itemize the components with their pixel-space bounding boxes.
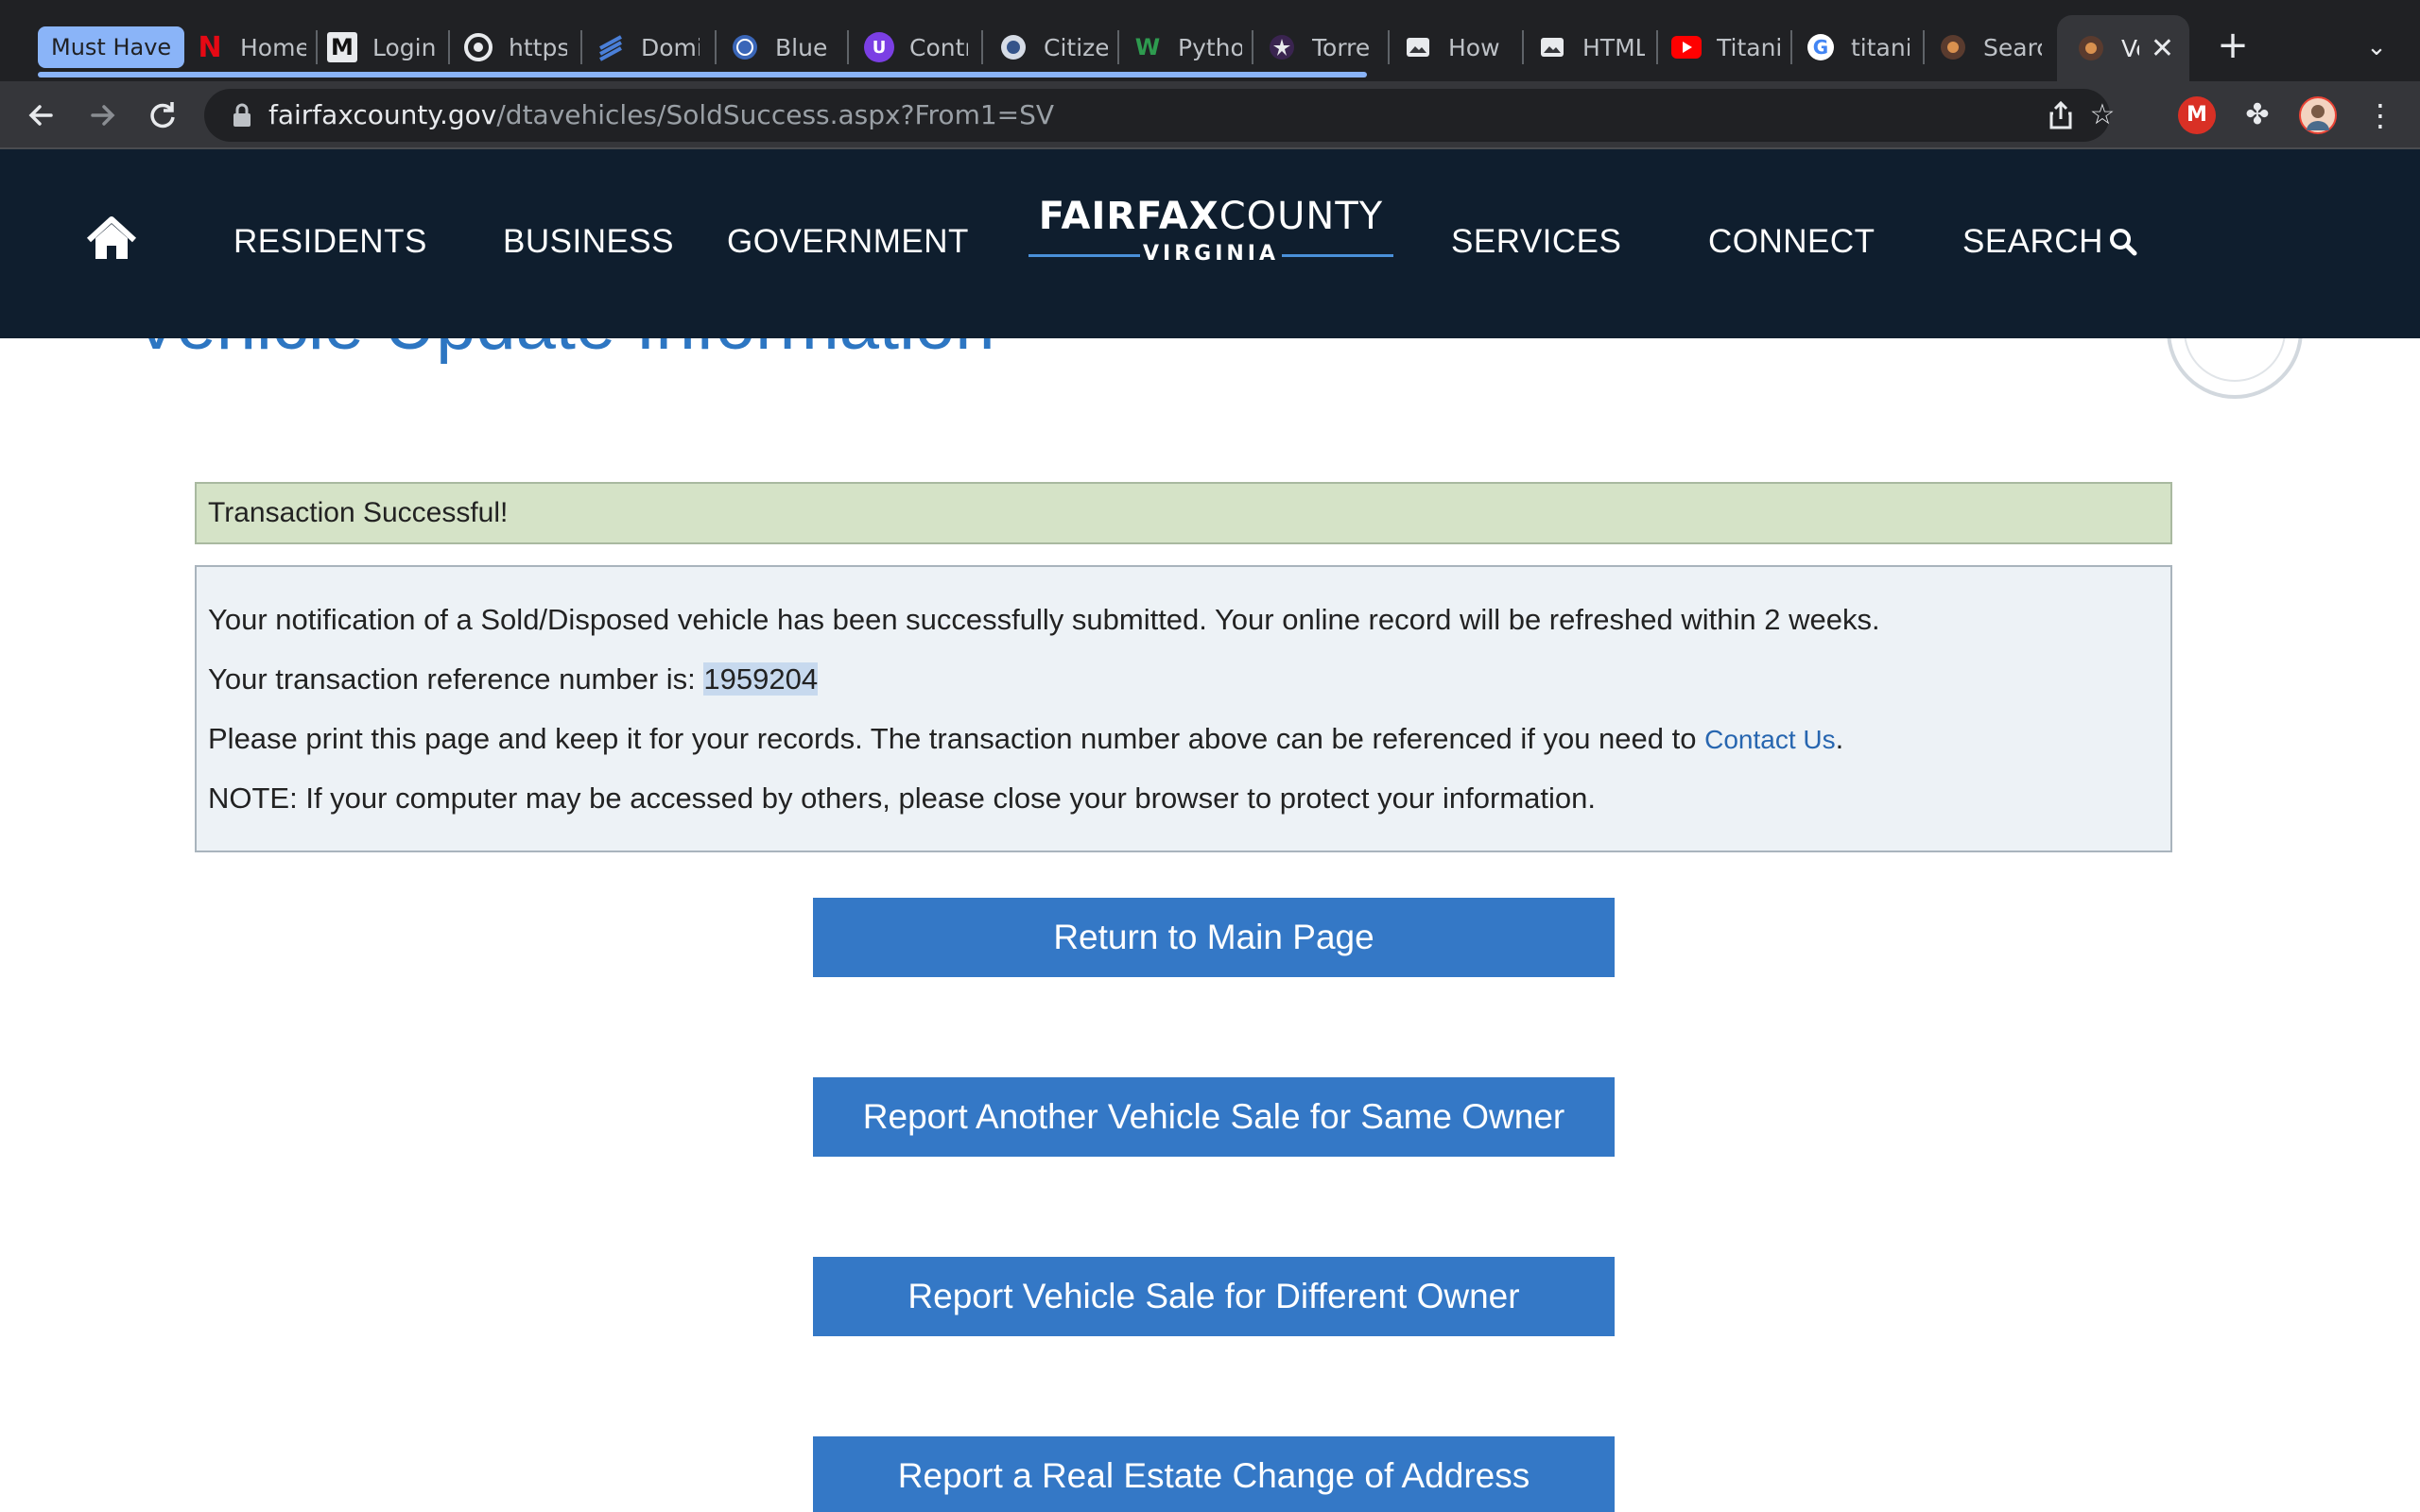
image-icon [1537, 32, 1567, 62]
reference-number[interactable]: 1959204 [703, 662, 819, 696]
tab-separator [448, 30, 450, 64]
close-tab-icon[interactable]: ✕ [2151, 32, 2174, 65]
return-main-page-button[interactable]: Return to Main Page [813, 898, 1615, 977]
torrent-icon [1267, 32, 1297, 62]
youtube-icon [1671, 32, 1702, 62]
netflix-icon: N [198, 30, 222, 64]
tab-group-chip[interactable]: Must Have [38, 26, 185, 68]
real-estate-address-change-button[interactable]: Report a Real Estate Change of Address [813, 1436, 1615, 1512]
tab-separator [1790, 30, 1792, 64]
browser-tab[interactable]: W Pytho [1132, 23, 1242, 72]
browser-tab[interactable]: Citize [998, 23, 1108, 72]
chrome-icon [463, 32, 493, 62]
search-icon [2109, 219, 2137, 256]
browser-tab[interactable]: N Home [195, 23, 312, 72]
browser-tab[interactable]: How [1403, 23, 1507, 72]
extensions-puzzle-icon[interactable]: ✤ [2238, 96, 2276, 134]
fairfax-icon [1938, 32, 1968, 62]
u-icon: U [864, 32, 894, 62]
back-button[interactable] [19, 93, 64, 138]
home-icon[interactable] [85, 215, 138, 263]
google-icon: G [1806, 32, 1836, 62]
url-text[interactable]: fairfaxcounty.gov/dtavehicles/SoldSucces… [268, 89, 1054, 142]
report-same-owner-button[interactable]: Report Another Vehicle Sale for Same Own… [813, 1077, 1615, 1157]
forward-button[interactable] [79, 93, 125, 138]
contact-us-link[interactable]: Contact Us [1704, 725, 1836, 754]
bookmark-star-icon[interactable]: ☆ [2085, 98, 2119, 132]
tab-separator [1388, 30, 1390, 64]
tab-separator [1522, 30, 1524, 64]
w-icon: W [1134, 34, 1161, 60]
browser-tab-strip: Must Have N Home M Login https Domi Blue… [0, 0, 2420, 81]
medium-icon: M [327, 32, 357, 62]
tab-separator [1656, 30, 1658, 64]
globe-icon [730, 32, 760, 62]
address-bar[interactable]: fairfaxcounty.gov/dtavehicles/SoldSucces… [204, 89, 2115, 142]
tab-separator [847, 30, 849, 64]
reload-button[interactable] [140, 93, 185, 138]
browser-tab[interactable]: G titani [1806, 23, 1910, 72]
share-icon[interactable] [2044, 98, 2078, 132]
tab-group-underline [38, 72, 1367, 77]
security-note-text: NOTE: If your computer may be accessed b… [208, 782, 1596, 815]
browser-tab-active[interactable]: Ve ✕ [2057, 15, 2189, 81]
browser-toolbar: fairfaxcounty.gov/dtavehicles/SoldSucces… [0, 81, 2420, 149]
browser-tab[interactable]: https [463, 23, 567, 72]
svg-text:G: G [1813, 36, 1828, 59]
tab-search-chevron-icon[interactable]: ⌄ [2358, 28, 2395, 66]
nav-residents[interactable]: RESIDENTS [233, 215, 427, 268]
report-different-owner-button[interactable]: Report Vehicle Sale for Different Owner [813, 1257, 1615, 1336]
success-banner: Transaction Successful! [195, 482, 2172, 544]
nav-government[interactable]: GOVERNMENT [727, 215, 969, 268]
tab-separator [316, 30, 318, 64]
tab-separator [1923, 30, 1925, 64]
tab-separator [1117, 30, 1119, 64]
profile-avatar-icon[interactable] [2299, 96, 2337, 134]
nav-business[interactable]: BUSINESS [503, 215, 674, 268]
browser-tab[interactable]: Searc [1938, 23, 2042, 72]
transaction-info-box: Your notification of a Sold/Disposed veh… [195, 565, 2172, 852]
browser-tab[interactable]: U Contr [864, 23, 968, 72]
nav-connect[interactable]: CONNECT [1708, 215, 1876, 268]
browser-tab[interactable]: Blue [730, 23, 834, 72]
site-header: RESIDENTS BUSINESS GOVERNMENT FAIRFAXCOU… [0, 149, 2420, 338]
print-instructions-text: Please print this page and keep it for y… [208, 722, 1844, 755]
image-icon [1403, 32, 1433, 62]
new-tab-button[interactable]: + [2212, 25, 2254, 66]
browser-tab[interactable]: HTML [1537, 23, 1645, 72]
tab-separator [580, 30, 582, 64]
browser-tab[interactable]: Torre [1267, 23, 1384, 72]
browser-tab[interactable]: Titani [1671, 23, 1781, 72]
reference-number-line: Your transaction reference number is: 19… [208, 662, 819, 696]
tab-separator [715, 30, 717, 64]
layers-icon [596, 32, 626, 62]
chrome-menu-icon[interactable]: ⋮ [2361, 96, 2399, 134]
fairfax-icon [2076, 33, 2106, 63]
lock-icon[interactable] [229, 102, 255, 129]
tab-separator [1252, 30, 1253, 64]
mega-extension-icon[interactable]: M [2178, 96, 2216, 134]
browser-tab[interactable]: M Login [327, 23, 444, 72]
nav-services[interactable]: SERVICES [1451, 215, 1621, 268]
fairfax-county-logo[interactable]: FAIRFAXCOUNTY VIRGINIA [1028, 195, 1393, 280]
browser-tab[interactable]: Domi [596, 23, 700, 72]
tab-separator [981, 30, 983, 64]
nav-search[interactable]: SEARCH [1962, 215, 2137, 268]
submission-confirmation-text: Your notification of a Sold/Disposed veh… [208, 603, 1880, 636]
seal-icon [998, 32, 1028, 62]
